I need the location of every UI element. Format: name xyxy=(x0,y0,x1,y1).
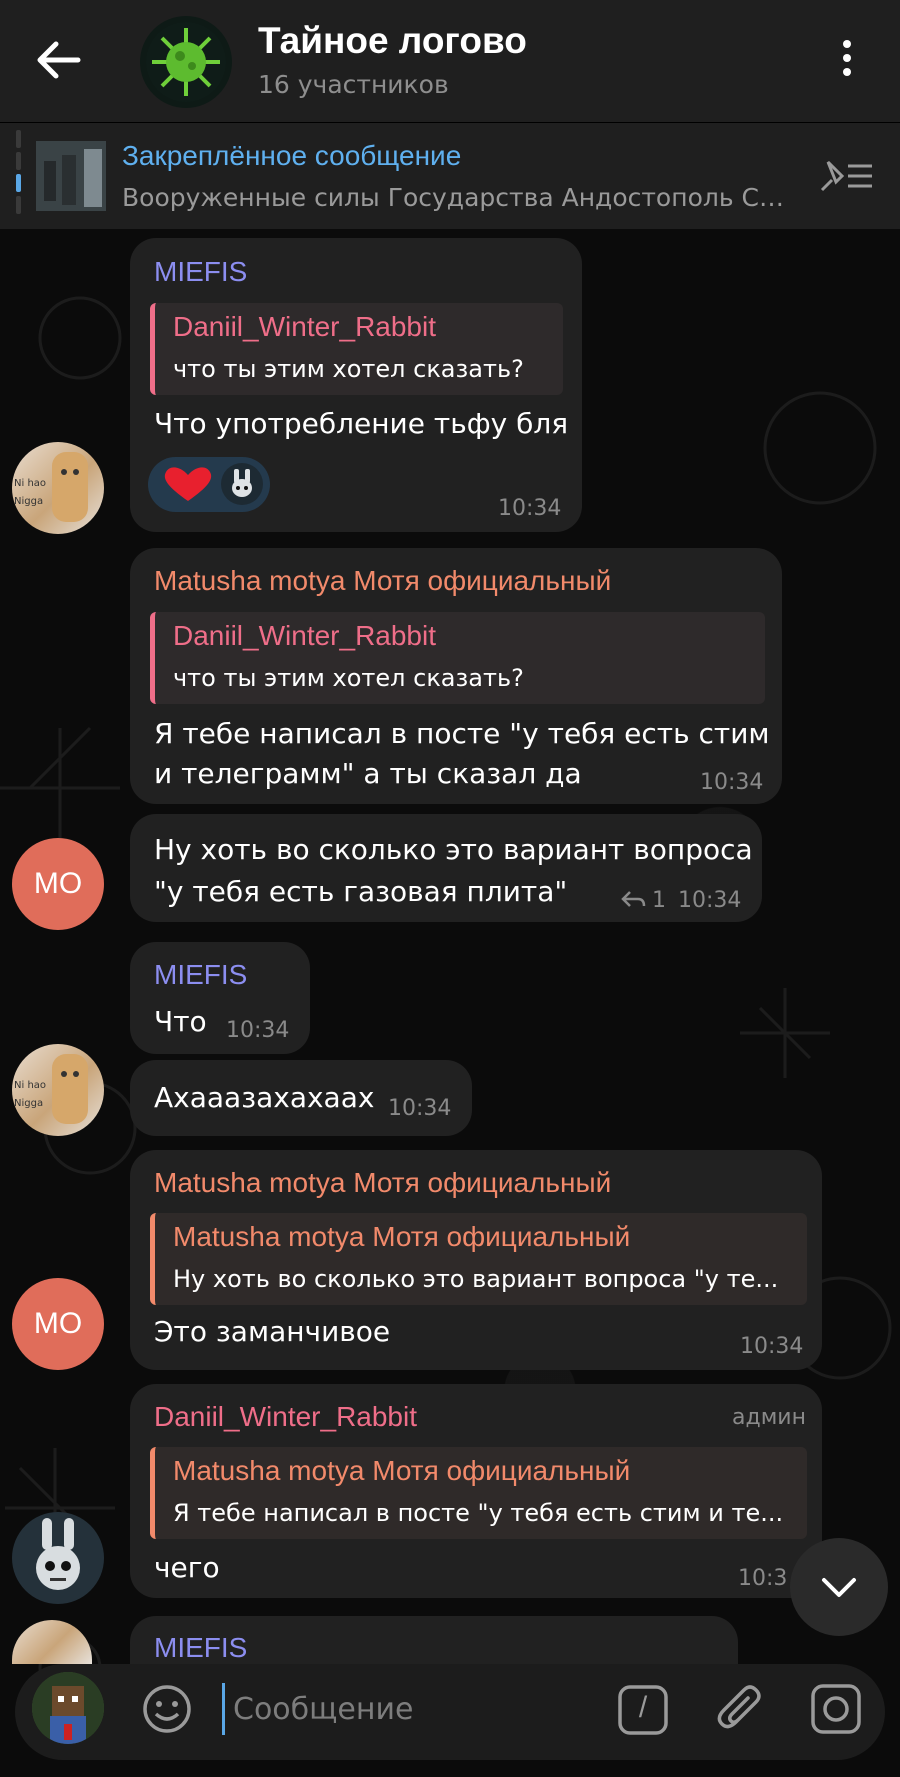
scroll-down-button[interactable] xyxy=(790,1538,888,1636)
reply-quote[interactable]: Matusha motya Мотя официальный Ну хоть в… xyxy=(150,1213,807,1305)
send-as-avatar[interactable] xyxy=(32,1672,104,1744)
message-text: Что xyxy=(154,1005,207,1038)
message-time: 10:34 xyxy=(700,770,764,795)
bot-commands-button[interactable]: / xyxy=(616,1683,670,1737)
admin-badge: админ xyxy=(732,1405,806,1430)
message-text: чего xyxy=(154,1551,220,1584)
avatar-caption: Nigga xyxy=(14,1098,44,1109)
reply-quote[interactable]: Daniil_Winter_Rabbit что ты этим хотел с… xyxy=(150,612,765,704)
sender-name[interactable]: Daniil_Winter_Rabbit xyxy=(154,1401,417,1433)
user-avatar[interactable]: Ni hao Nigga xyxy=(12,1044,104,1136)
emoji-icon[interactable] xyxy=(140,1682,194,1736)
message-text: Я тебе написал в посте "у тебя есть стим xyxy=(154,717,770,750)
reply-text: Я тебе написал в посте "у тебя есть стим… xyxy=(173,1499,784,1527)
message-time: 10:34 xyxy=(740,1334,804,1359)
message-time: 10:3 xyxy=(738,1566,788,1591)
reply-text: Ну хоть во сколько это вариант вопроса "… xyxy=(173,1265,779,1293)
message-text: Ну хоть во сколько это вариант вопроса xyxy=(154,833,753,866)
pinned-text: Вооруженные силы Государства Андостополь… xyxy=(122,183,792,212)
heart-reaction-icon xyxy=(164,467,212,501)
message-text: и телеграмм" а ты сказал да xyxy=(154,757,582,790)
reply-text: что ты этим хотел сказать? xyxy=(173,355,524,383)
reply-sender: Daniil_Winter_Rabbit xyxy=(173,620,437,651)
message-text: "у тебя есть газовая плита" xyxy=(154,875,568,908)
back-arrow-icon[interactable] xyxy=(30,30,90,90)
message-time: 10:34 xyxy=(498,496,562,521)
reply-sender: Matusha motya Мотя официальный xyxy=(173,1221,631,1252)
pinned-message-bar[interactable] xyxy=(0,122,900,229)
message-text: Ахааазахахаах xyxy=(154,1081,375,1114)
message-text: Что употребление тьфу бля xyxy=(154,407,569,440)
group-avatar[interactable] xyxy=(140,16,232,108)
message-time: 10:34 xyxy=(678,888,742,913)
avatar-caption: Ni hao xyxy=(14,478,47,489)
virus-icon xyxy=(146,22,226,102)
message-time: 10:34 xyxy=(226,1018,290,1043)
sender-name[interactable]: Matusha motya Мотя официальный xyxy=(154,565,611,597)
reply-arrow-icon xyxy=(620,888,646,910)
reply-sender: Daniil_Winter_Rabbit xyxy=(173,311,437,342)
sender-name[interactable]: MIEFIS xyxy=(154,256,247,288)
reply-quote[interactable]: Daniil_Winter_Rabbit что ты этим хотел с… xyxy=(150,303,563,395)
pinned-title: Закреплённое сообщение xyxy=(122,140,462,171)
user-avatar[interactable] xyxy=(12,1512,104,1604)
user-avatar[interactable]: МО xyxy=(12,838,104,930)
sender-name[interactable]: MIEFIS xyxy=(154,959,247,991)
message-time: 10:34 xyxy=(388,1096,452,1121)
command-label: / xyxy=(638,1691,648,1724)
more-options-icon[interactable] xyxy=(830,40,864,84)
chevron-down-icon xyxy=(822,1578,856,1597)
user-avatar[interactable]: Ni hao Nigga xyxy=(12,442,104,534)
sender-name[interactable]: Matusha motya Мотя официальный xyxy=(154,1167,611,1199)
member-count[interactable]: 16 участников xyxy=(258,70,449,99)
pinned-position-indicator xyxy=(16,130,21,214)
camera-icon[interactable] xyxy=(808,1681,864,1737)
reply-sender: Matusha motya Мотя официальный xyxy=(173,1455,631,1486)
user-avatar[interactable]: МО xyxy=(12,1278,104,1370)
avatar-caption: Ni hao xyxy=(14,1080,47,1091)
chat-title[interactable]: Тайное логово xyxy=(258,20,527,62)
sender-name[interactable]: MIEFIS xyxy=(154,1632,247,1664)
reply-count: 1 xyxy=(652,888,666,913)
reply-quote[interactable]: Matusha motya Мотя официальный Я тебе на… xyxy=(150,1447,807,1539)
reply-text: что ты этим хотел сказать? xyxy=(173,664,524,692)
message-input[interactable] xyxy=(222,1683,593,1735)
attach-icon[interactable] xyxy=(714,1680,768,1738)
reactions[interactable] xyxy=(148,457,270,512)
message-text: Это заманчивое xyxy=(154,1315,391,1348)
pinned-thumbnail xyxy=(36,141,106,211)
pinned-list-icon[interactable] xyxy=(818,158,874,194)
avatar-caption: Nigga xyxy=(14,496,44,507)
